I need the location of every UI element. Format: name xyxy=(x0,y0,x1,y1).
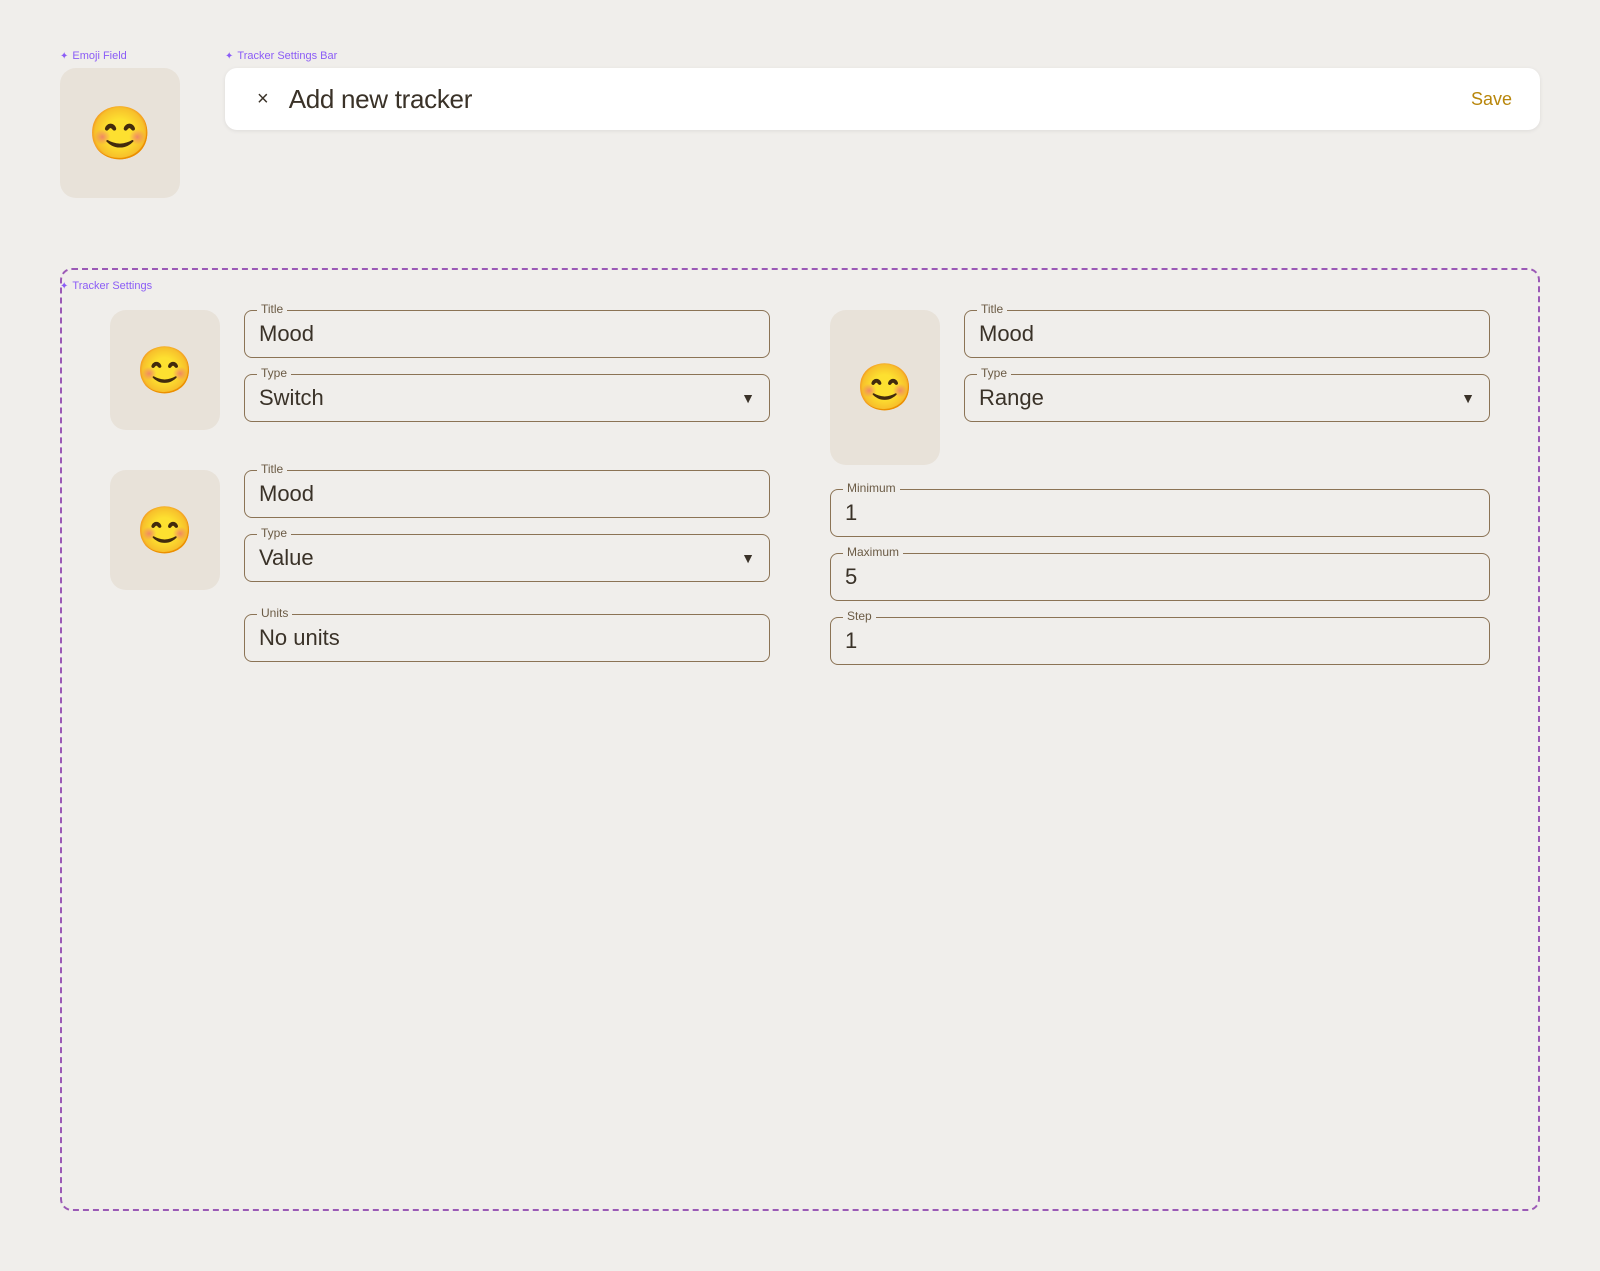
emoji-card-switch[interactable]: 😊 xyxy=(110,310,220,430)
right-column: 😊 Title Mood Type Range ▼ xyxy=(830,310,1490,665)
emoji-card-value[interactable]: 😊 xyxy=(110,470,220,590)
title-value-value[interactable]: Mood xyxy=(259,477,755,507)
close-button[interactable]: × xyxy=(253,84,273,115)
settings-grid: 😊 Title Mood Type Switch ▼ xyxy=(110,310,1490,665)
tracker-title: Add new tracker xyxy=(289,84,472,115)
type-select-value[interactable]: Value ▼ xyxy=(259,541,755,571)
annotation-star-icon2: Tracker Settings Bar xyxy=(237,50,337,62)
minimum-field: Minimum 1 xyxy=(830,489,1490,537)
emoji-value: 😊 xyxy=(136,503,193,558)
step-field: Step 1 xyxy=(830,617,1490,665)
emoji-switch: 😊 xyxy=(136,343,193,398)
fields-col-value: Title Mood Type Value ▼ xyxy=(244,470,770,582)
title-field-switch: Title Mood xyxy=(244,310,770,358)
tracker-settings-container: 😊 Title Mood Type Switch ▼ xyxy=(60,268,1540,1211)
tracker-settings-bar-annotation: Tracker Settings Bar xyxy=(225,50,337,62)
type-select-range[interactable]: Range ▼ xyxy=(979,381,1475,411)
emoji-card-range[interactable]: 😊 xyxy=(830,310,940,465)
units-field: Units No units xyxy=(244,614,770,662)
type-select-switch[interactable]: Switch ▼ xyxy=(259,381,755,411)
title-label-value: Title xyxy=(257,462,287,476)
emoji-field-annotation: Emoji Field xyxy=(60,50,127,62)
type-value-switch: Switch xyxy=(259,385,324,411)
emoji-range: 😊 xyxy=(856,360,913,415)
top-emoji-card[interactable]: 😊 xyxy=(60,68,180,198)
left-column: 😊 Title Mood Type Switch ▼ xyxy=(110,310,770,665)
title-value-switch[interactable]: Mood xyxy=(259,317,755,347)
type-label-range: Type xyxy=(977,366,1011,380)
type-value-value: Value xyxy=(259,545,314,571)
minimum-value[interactable]: 1 xyxy=(845,496,1475,526)
type-field-switch[interactable]: Type Switch ▼ xyxy=(244,374,770,422)
dropdown-arrow-range: ▼ xyxy=(1461,390,1475,406)
maximum-value[interactable]: 5 xyxy=(845,560,1475,590)
step-value[interactable]: 1 xyxy=(845,624,1475,654)
fields-col-switch: Title Mood Type Switch ▼ xyxy=(244,310,770,422)
maximum-label: Maximum xyxy=(843,545,903,559)
right-fields: Title Mood Type Range ▼ xyxy=(964,310,1490,422)
minimum-label: Minimum xyxy=(843,481,900,495)
save-button[interactable]: Save xyxy=(1471,89,1512,110)
title-label-switch: Title xyxy=(257,302,287,316)
type-value-range: Range xyxy=(979,385,1044,411)
units-label: Units xyxy=(257,606,292,620)
annotation-star-icon: Emoji Field xyxy=(72,50,126,62)
type-field-value[interactable]: Type Value ▼ xyxy=(244,534,770,582)
close-icon: × xyxy=(257,88,269,111)
dropdown-arrow-value: ▼ xyxy=(741,550,755,566)
title-label-range: Title xyxy=(977,302,1007,316)
type-label-switch: Type xyxy=(257,366,291,380)
numeric-fields: Minimum 1 Maximum 5 Step 1 xyxy=(830,489,1490,665)
title-value-range[interactable]: Mood xyxy=(979,317,1475,347)
units-value[interactable]: No units xyxy=(259,621,755,651)
maximum-field: Maximum 5 xyxy=(830,553,1490,601)
top-emoji: 😊 xyxy=(88,103,153,164)
title-field-range: Title Mood xyxy=(964,310,1490,358)
tracker-settings-bar: × Add new tracker Save xyxy=(225,68,1540,130)
type-label-value: Type xyxy=(257,526,291,540)
tracker-item-value: 😊 Title Mood Type Value ▼ xyxy=(110,470,770,590)
tracker-item-switch: 😊 Title Mood Type Switch ▼ xyxy=(110,310,770,430)
type-field-range[interactable]: Type Range ▼ xyxy=(964,374,1490,422)
step-label: Step xyxy=(843,609,876,623)
title-field-value: Title Mood xyxy=(244,470,770,518)
dropdown-arrow-switch: ▼ xyxy=(741,390,755,406)
tracker-item-range: 😊 Title Mood Type Range ▼ xyxy=(830,310,1490,465)
